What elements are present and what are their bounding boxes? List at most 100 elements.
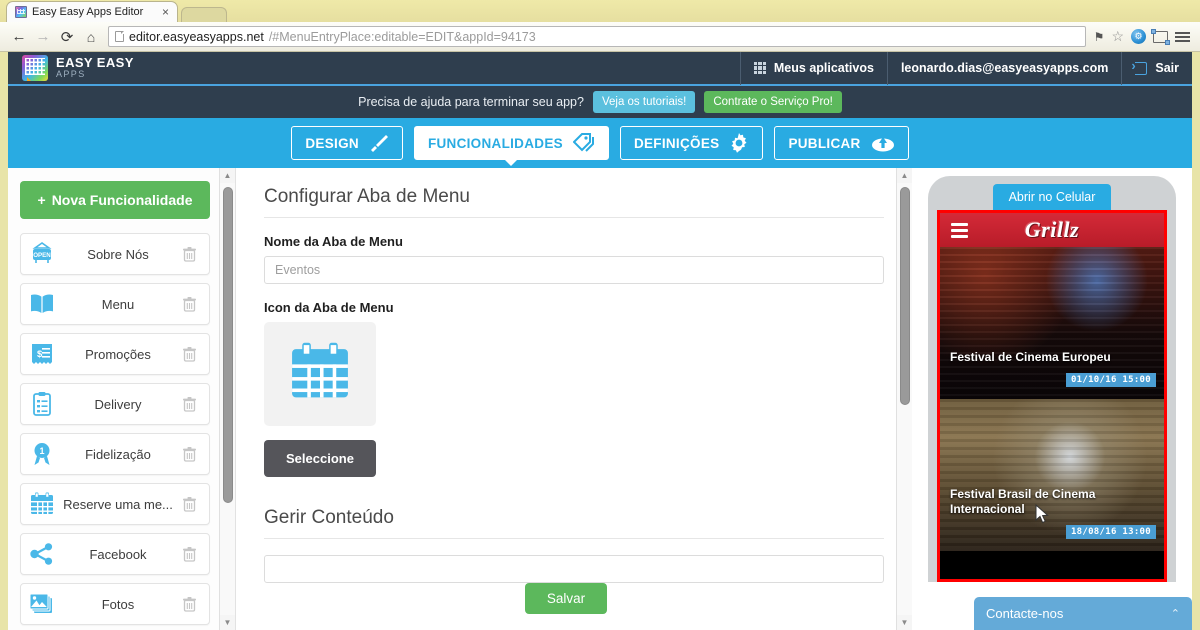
back-icon[interactable]: ← (8, 26, 30, 48)
easyeasy-logo-icon (22, 55, 48, 81)
user-email[interactable]: leonardo.dias@easyeasyapps.com (887, 52, 1121, 85)
delete-icon[interactable] (179, 247, 199, 262)
main-scrollbar[interactable]: ▲ ▼ (896, 168, 912, 630)
scroll-up-icon[interactable]: ▲ (897, 168, 913, 183)
browser-tabstrip: Easy Easy Apps Editor × (0, 0, 1200, 22)
site-header: EASY EASY APPS Meus aplicativos leonardo… (8, 52, 1192, 86)
sidebar-item-label: Fidelização (57, 447, 179, 462)
scrollbar-thumb[interactable] (900, 187, 910, 405)
event-date-badge: 18/08/16 13:00 (1066, 525, 1156, 539)
delete-icon[interactable] (179, 397, 199, 412)
editor-body: + Nova Funcionalidade OPEN Sobre Nós (8, 168, 1192, 630)
manage-content-title: Gerir Conteúdo (264, 507, 884, 539)
sidebar-item-label: Facebook (57, 547, 179, 562)
sidebar-scrollbar[interactable]: ▲ ▼ (219, 168, 235, 630)
hamburger-icon[interactable] (951, 223, 968, 238)
reload-icon[interactable]: ⟳ (56, 26, 78, 48)
delete-icon[interactable] (179, 597, 199, 612)
page-title: Configurar Aba de Menu (264, 186, 884, 218)
my-apps-button[interactable]: Meus aplicativos (740, 52, 887, 85)
close-icon[interactable]: × (160, 6, 171, 18)
photos-icon (27, 592, 57, 616)
sidebar-item-sobre-nos[interactable]: OPEN Sobre Nós (20, 233, 210, 275)
screenshot-icon[interactable] (1153, 31, 1168, 43)
event-card[interactable]: Festival Brasil de Cinema Internacional … (940, 399, 1164, 551)
page-viewport: EASY EASY APPS Meus aplicativos leonardo… (8, 52, 1192, 630)
tab-funcionalidades-label: FUNCIONALIDADES (428, 136, 563, 151)
menu-tab-icon-label: Icon da Aba de Menu (264, 300, 884, 315)
scrollbar-track[interactable] (897, 183, 913, 615)
menu-tab-name-input[interactable] (264, 256, 884, 284)
pro-service-button[interactable]: Contrate o Serviço Pro! (704, 91, 842, 113)
save-button[interactable]: Salvar (525, 583, 607, 614)
new-tab-button[interactable] (181, 7, 227, 22)
delete-icon[interactable] (179, 447, 199, 462)
scroll-down-icon[interactable]: ▼ (220, 615, 236, 630)
sidebar-item-label: Fotos (57, 597, 179, 612)
tutorials-button[interactable]: Veja os tutoriais! (593, 91, 695, 113)
phone-screen: Grillz Festival de Cinema Europeu 01/10/… (937, 210, 1167, 582)
svg-text:1: 1 (39, 446, 44, 456)
svg-text:$: $ (37, 349, 43, 360)
sidebar-item-label: Promoções (57, 347, 179, 362)
bookmark-star-icon[interactable]: ☆ (1111, 28, 1124, 45)
scroll-down-icon[interactable]: ▼ (897, 615, 913, 630)
new-feature-button[interactable]: + Nova Funcionalidade (20, 181, 210, 219)
tab-publicar-label: PUBLICAR (788, 136, 860, 151)
user-email-label: leonardo.dias@easyeasyapps.com (901, 61, 1108, 75)
features-sidebar: + Nova Funcionalidade OPEN Sobre Nós (8, 168, 236, 630)
scroll-up-icon[interactable]: ▲ (220, 168, 236, 183)
app-top-bar: Grillz (940, 213, 1164, 247)
page-info-icon (115, 31, 124, 42)
main-tab-nav: DESIGN FUNCIONALIDADES DEFINIÇÕES PUBLIC… (8, 118, 1192, 168)
sidebar-item-fotos[interactable]: Fotos (20, 583, 210, 625)
app-name-logo: Grillz (940, 217, 1164, 243)
pin-icon[interactable]: ⚑ (1094, 30, 1105, 44)
address-bar[interactable]: editor.easyeasyapps.net/#MenuEntryPlace:… (108, 26, 1086, 47)
brand-logo-block[interactable]: EASY EASY APPS (22, 55, 134, 81)
clipboard-icon (27, 391, 57, 417)
exit-icon (1135, 62, 1147, 75)
scrollbar-track[interactable] (220, 183, 236, 615)
sidebar-item-promocoes[interactable]: $ Promoções (20, 333, 210, 375)
select-icon-button[interactable]: Seleccione (264, 440, 376, 477)
open-on-mobile-button[interactable]: Abrir no Celular (993, 184, 1112, 210)
tab-design-label: DESIGN (305, 136, 359, 151)
forward-icon[interactable]: → (32, 26, 54, 48)
url-host: editor.easyeasyapps.net (129, 30, 264, 44)
home-icon[interactable]: ⌂ (80, 26, 102, 48)
browser-tab[interactable]: Easy Easy Apps Editor × (6, 1, 178, 22)
tab-design[interactable]: DESIGN (291, 126, 403, 160)
sidebar-item-delivery[interactable]: Delivery (20, 383, 210, 425)
sidebar-item-reserve-uma-mesa[interactable]: Reserve uma me... (20, 483, 210, 525)
sidebar-item-fidelizacao[interactable]: 1 Fidelização (20, 433, 210, 475)
event-card[interactable]: Festival de Cinema Europeu 01/10/16 15:0… (940, 247, 1164, 399)
header-right: Meus aplicativos leonardo.dias@easyeasya… (740, 52, 1192, 85)
delete-icon[interactable] (179, 347, 199, 362)
logout-button[interactable]: Sair (1121, 52, 1192, 85)
sidebar-item-facebook[interactable]: Facebook (20, 533, 210, 575)
logout-label: Sair (1155, 61, 1179, 75)
sidebar-item-label: Delivery (57, 397, 179, 412)
delete-icon[interactable] (179, 497, 199, 512)
manage-content-input[interactable] (264, 555, 884, 583)
delete-icon[interactable] (179, 297, 199, 312)
grid-icon (754, 62, 766, 74)
brand-name: EASY EASY (56, 56, 134, 70)
mouse-cursor-icon (1035, 504, 1049, 529)
menu-tab-icon-preview[interactable] (264, 322, 376, 426)
app-preview-panel: Abrir no Celular Grillz Festival de Cine… (912, 168, 1192, 630)
tab-definicoes[interactable]: DEFINIÇÕES (620, 126, 764, 160)
browser-menu-icon[interactable] (1175, 32, 1190, 42)
scrollbar-thumb[interactable] (223, 187, 233, 503)
event-title: Festival de Cinema Europeu (950, 350, 1154, 365)
tab-funcionalidades[interactable]: FUNCIONALIDADES (414, 126, 609, 160)
delete-icon[interactable] (179, 547, 199, 562)
sidebar-item-menu[interactable]: Menu (20, 283, 210, 325)
sidebar-item-label: Sobre Nós (57, 247, 179, 262)
tab-publicar[interactable]: PUBLICAR (774, 126, 908, 160)
chevron-up-icon[interactable]: ⌃ (1171, 607, 1180, 620)
promo-bar: Precisa de ajuda para terminar seu app? … (8, 86, 1192, 118)
contact-us-bar[interactable]: Contacte-nos ⌃ (974, 597, 1192, 630)
translate-globe-icon[interactable]: ⚙ (1131, 29, 1146, 44)
